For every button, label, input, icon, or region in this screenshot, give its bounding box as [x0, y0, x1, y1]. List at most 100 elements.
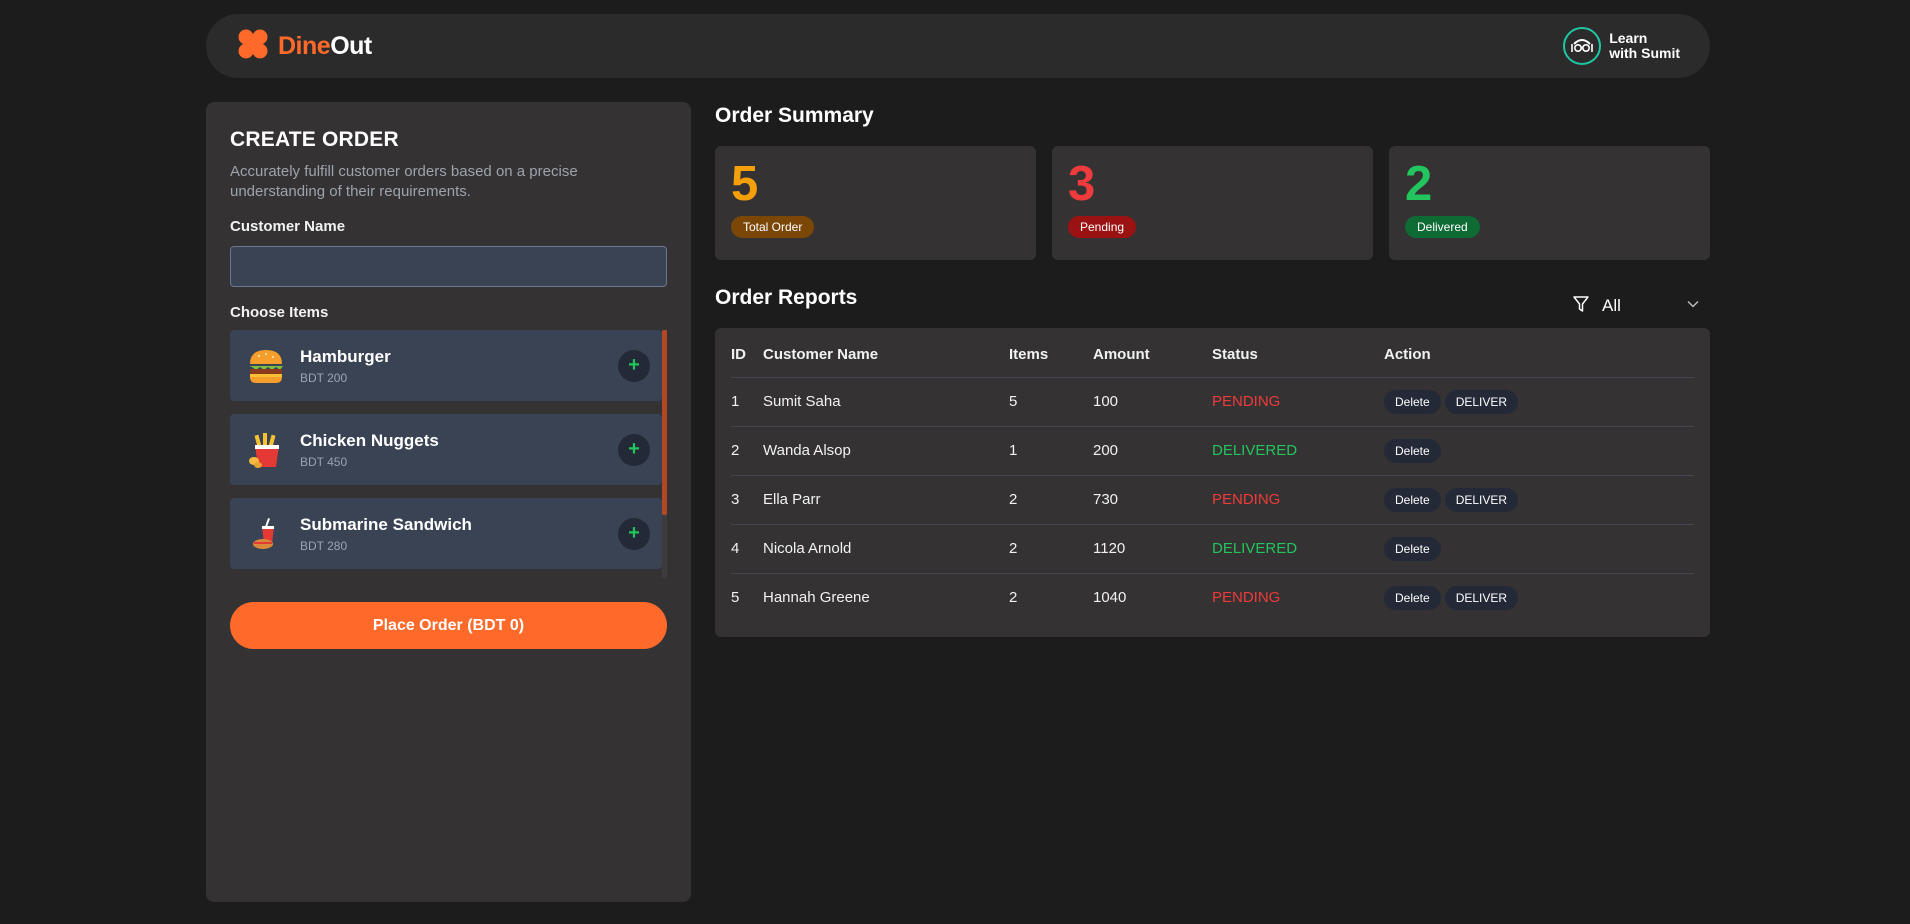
col-status: Status: [1212, 345, 1258, 363]
pending-count: 3: [1068, 157, 1096, 211]
delete-button[interactable]: Delete: [1384, 389, 1441, 414]
col-id: ID: [731, 345, 746, 363]
item-card-submarine-sandwich: Submarine Sandwich BDT 280 +: [230, 498, 662, 569]
delivered-card: 2 Delivered: [1389, 146, 1710, 260]
order-reports-table-card: ID Customer Name Items Amount Status Act…: [715, 328, 1710, 637]
item-price: BDT 280: [300, 538, 348, 553]
customer-name: Ella Parr: [763, 491, 821, 508]
order-reports-table: ID Customer Name Items Amount Status Act…: [731, 328, 1694, 622]
table-row: 4 Nicola Arnold 2 1120 DELIVERED Delete: [731, 524, 1694, 573]
items-count: 5: [1009, 393, 1018, 410]
total-order-card: 5 Total Order: [715, 146, 1036, 260]
action-cell: Delete: [1384, 426, 1694, 475]
top-navbar: DineOut Learn with Sumit: [206, 14, 1710, 78]
order-id: 4: [731, 540, 740, 557]
customer-name-label: Customer Name: [230, 218, 346, 235]
create-order-panel: CREATE ORDER Accurately fulfill customer…: [206, 102, 691, 902]
brand-logo[interactable]: DineOut: [236, 27, 372, 66]
order-amount: 1040: [1093, 589, 1127, 607]
status-filter-dropdown[interactable]: All: [1572, 294, 1700, 318]
total-order-badge: Total Order: [731, 216, 815, 238]
create-order-description: Accurately fulfill customer orders based…: [230, 163, 578, 200]
order-summary-title: Order Summary: [715, 104, 874, 127]
item-info: Submarine Sandwich BDT 280: [300, 515, 618, 553]
item-name: Submarine Sandwich: [300, 514, 472, 534]
col-customer-name: Customer Name: [763, 345, 879, 363]
order-amount: 100: [1093, 393, 1119, 410]
flower-logo-icon: [236, 27, 270, 66]
item-name: Hamburger: [300, 346, 391, 366]
table-row: 2 Wanda Alsop 1 200 DELIVERED Delete: [731, 426, 1694, 475]
status-text: PENDING: [1212, 491, 1281, 508]
status-text: PENDING: [1212, 589, 1281, 607]
col-items: Items: [1009, 345, 1049, 363]
create-order-title: CREATE ORDER: [230, 128, 399, 151]
items-count: 1: [1009, 442, 1018, 459]
order-reports-title: Order Reports: [715, 286, 858, 309]
order-amount: 730: [1093, 491, 1119, 508]
filter-selected-value: All: [1602, 296, 1621, 315]
table-header-row: ID Customer Name Items Amount Status Act…: [731, 328, 1694, 377]
add-submarine-sandwich-button[interactable]: +: [618, 517, 650, 550]
item-name: Chicken Nuggets: [300, 430, 439, 450]
item-card-chicken-nuggets: Chicken Nuggets BDT 450 +: [230, 414, 662, 485]
add-hamburger-button[interactable]: +: [618, 349, 650, 382]
partner-line-2: with Sumit: [1609, 45, 1680, 61]
delete-button[interactable]: Delete: [1384, 536, 1441, 561]
table-row: 1 Sumit Saha 5 100 PENDING Delete DELIVER: [731, 377, 1694, 426]
order-id: 2: [731, 442, 740, 459]
hamburger-icon: [246, 346, 286, 386]
brand-name: DineOut: [278, 32, 372, 61]
pending-badge: Pending: [1068, 216, 1137, 238]
add-chicken-nuggets-button[interactable]: +: [618, 433, 650, 466]
customer-name-input[interactable]: [230, 246, 667, 287]
brand-name-out: Out: [330, 31, 372, 60]
order-amount: 200: [1093, 442, 1119, 459]
order-id: 1: [731, 393, 740, 410]
items-count: 2: [1009, 589, 1018, 607]
learn-with-sumit-link[interactable]: Learn with Sumit: [1563, 27, 1680, 65]
deliver-button[interactable]: DELIVER: [1444, 389, 1519, 414]
col-amount: Amount: [1093, 345, 1150, 363]
chicken-nuggets-icon: [246, 430, 286, 470]
customer-name: Hannah Greene: [763, 589, 870, 607]
learn-with-sumit-text: Learn with Sumit: [1609, 31, 1680, 61]
learn-with-sumit-avatar-icon: [1563, 27, 1602, 65]
delete-button[interactable]: Delete: [1384, 438, 1441, 463]
item-info: Chicken Nuggets BDT 450: [300, 431, 618, 469]
deliver-button[interactable]: DELIVER: [1444, 487, 1519, 512]
delivered-count: 2: [1405, 157, 1433, 211]
choose-items-label: Choose Items: [230, 304, 329, 321]
customer-name: Nicola Arnold: [763, 540, 852, 557]
status-text: PENDING: [1212, 393, 1281, 410]
items-count: 2: [1009, 540, 1018, 557]
table-row: 5 Hannah Greene 2 1040 PENDING Delete DEL…: [731, 573, 1694, 622]
item-price: BDT 200: [300, 370, 348, 385]
filter-icon: [1572, 295, 1590, 318]
items-scrollbar-thumb[interactable]: [662, 330, 667, 515]
item-info: Hamburger BDT 200: [300, 347, 618, 385]
submarine-sandwich-icon: [246, 514, 286, 554]
item-price: BDT 450: [300, 454, 348, 469]
action-cell: Delete: [1384, 524, 1694, 573]
table-row: 3 Ella Parr 2 730 PENDING Delete DELIVER: [731, 475, 1694, 524]
action-cell: Delete DELIVER: [1384, 573, 1694, 622]
status-text: DELIVERED: [1212, 540, 1298, 557]
pending-card: 3 Pending: [1052, 146, 1373, 260]
place-order-button[interactable]: Place Order (BDT 0): [230, 602, 667, 649]
action-cell: Delete DELIVER: [1384, 377, 1694, 426]
deliver-button[interactable]: DELIVER: [1444, 585, 1519, 610]
items-count: 2: [1009, 491, 1018, 508]
order-id: 3: [731, 491, 740, 508]
items-list[interactable]: Hamburger BDT 200 + Chicken Nuggets BDT …: [230, 330, 667, 578]
brand-name-dine: Dine: [278, 31, 331, 60]
customer-name: Sumit Saha: [763, 393, 841, 410]
item-card-hamburger: Hamburger BDT 200 +: [230, 330, 662, 401]
delete-button[interactable]: Delete: [1384, 487, 1441, 512]
status-text: DELIVERED: [1212, 442, 1298, 459]
delivered-badge: Delivered: [1405, 216, 1480, 238]
order-amount: 1120: [1093, 540, 1126, 557]
delete-button[interactable]: Delete: [1384, 585, 1441, 610]
customer-name: Wanda Alsop: [763, 442, 851, 459]
col-action: Action: [1384, 345, 1431, 363]
